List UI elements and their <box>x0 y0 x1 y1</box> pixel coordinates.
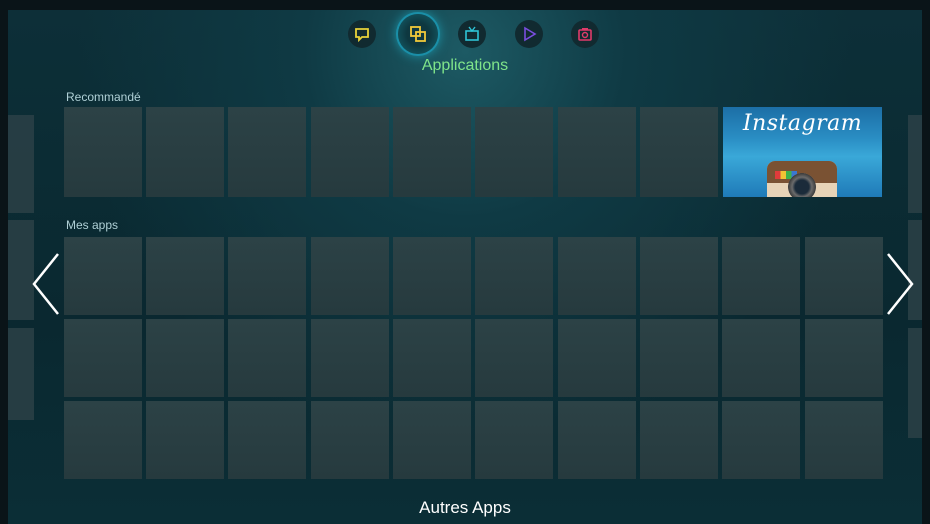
app-tile[interactable] <box>805 319 883 397</box>
app-tile[interactable] <box>722 237 800 315</box>
app-tile[interactable] <box>805 237 883 315</box>
app-tile[interactable] <box>805 401 883 479</box>
featured-app-tile[interactable]: Instagram <box>723 107 882 197</box>
right-side-panel-top <box>908 115 922 213</box>
social-nav-button[interactable] <box>348 20 376 48</box>
app-tile[interactable] <box>640 319 718 397</box>
camera-nav-button[interactable] <box>571 20 599 48</box>
play-nav-button[interactable] <box>515 20 543 48</box>
app-tile[interactable] <box>475 319 553 397</box>
app-tile[interactable] <box>640 401 718 479</box>
app-tile[interactable] <box>393 237 471 315</box>
instagram-logo-text: Instagram <box>742 111 863 136</box>
recommended-app-tile[interactable] <box>311 107 389 197</box>
app-tile[interactable] <box>393 319 471 397</box>
recommended-app-tile[interactable] <box>640 107 718 197</box>
app-tile[interactable] <box>64 237 142 315</box>
app-tile[interactable] <box>722 401 800 479</box>
app-tile[interactable] <box>146 319 224 397</box>
my-apps-label: Mes apps <box>66 218 119 232</box>
chevron-right-icon[interactable] <box>882 250 918 318</box>
smart-hub-screen: Applications Recommandé Instagram Mes ap… <box>8 10 922 524</box>
app-tile[interactable] <box>558 237 636 315</box>
app-tile[interactable] <box>311 237 389 315</box>
top-navigation <box>8 14 922 60</box>
apps-nav-button[interactable] <box>398 14 438 54</box>
other-apps-button[interactable]: Autres Apps <box>8 498 922 518</box>
app-tile[interactable] <box>146 237 224 315</box>
recommended-app-tile[interactable] <box>475 107 553 197</box>
app-tile[interactable] <box>311 401 389 479</box>
tv-nav-button[interactable] <box>458 20 486 48</box>
left-side-panel-bottom <box>8 328 34 420</box>
recommended-label: Recommandé <box>66 90 141 104</box>
apps-icon <box>410 26 426 42</box>
instagram-camera-icon <box>767 161 837 197</box>
left-side-panel-top <box>8 115 34 213</box>
recommended-app-tile[interactable] <box>146 107 224 197</box>
app-tile[interactable] <box>311 319 389 397</box>
app-tile[interactable] <box>558 401 636 479</box>
app-tile[interactable] <box>640 237 718 315</box>
chevron-left-icon[interactable] <box>28 250 64 318</box>
recommended-app-tile[interactable] <box>64 107 142 197</box>
recommended-app-tile[interactable] <box>393 107 471 197</box>
camera-icon <box>578 28 592 41</box>
app-tile[interactable] <box>228 237 306 315</box>
app-tile[interactable] <box>475 401 553 479</box>
section-title: Applications <box>421 57 509 74</box>
app-tile[interactable] <box>393 401 471 479</box>
right-side-panel-bottom <box>908 328 922 438</box>
app-tile[interactable] <box>146 401 224 479</box>
tv-icon <box>465 26 479 41</box>
recommended-app-tile[interactable] <box>228 107 306 197</box>
app-tile[interactable] <box>475 237 553 315</box>
social-icon <box>355 28 369 42</box>
app-tile[interactable] <box>64 319 142 397</box>
play-icon <box>524 26 537 42</box>
app-tile[interactable] <box>228 401 306 479</box>
app-tile[interactable] <box>558 319 636 397</box>
app-tile[interactable] <box>228 319 306 397</box>
recommended-app-tile[interactable] <box>558 107 636 197</box>
app-tile[interactable] <box>64 401 142 479</box>
app-tile[interactable] <box>722 319 800 397</box>
